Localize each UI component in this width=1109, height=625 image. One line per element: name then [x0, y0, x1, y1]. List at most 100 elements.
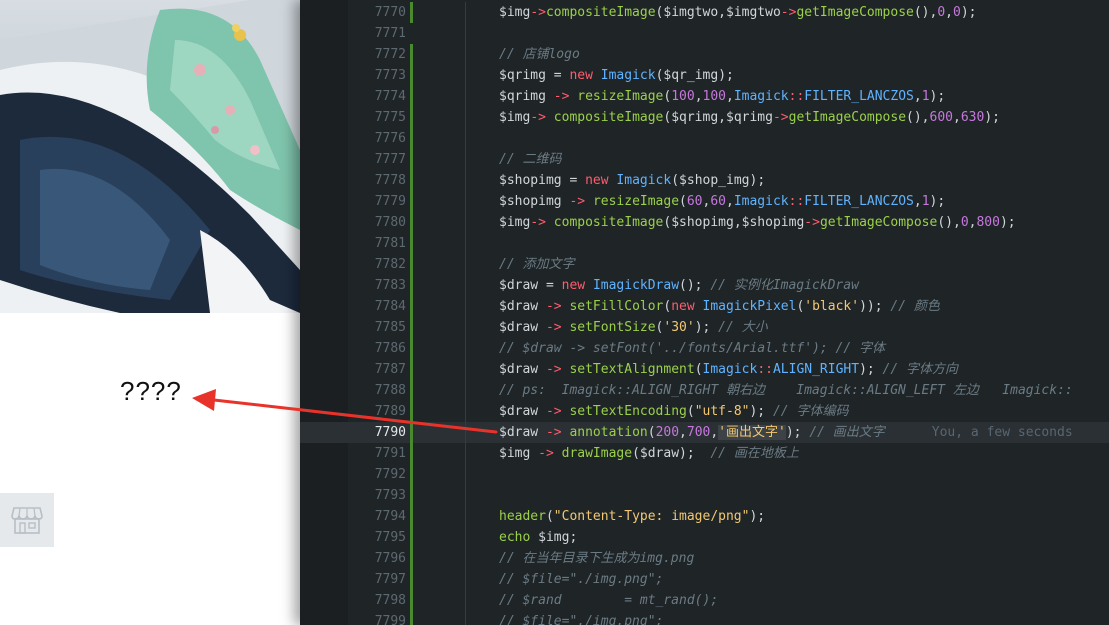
- code-token: $draw: [499, 299, 539, 314]
- line-number: 7778: [374, 173, 406, 188]
- code-token: ::: [757, 362, 773, 377]
- code-token: $img: [538, 530, 570, 545]
- code-text: // 添加文字: [499, 254, 574, 275]
- code-token: 0: [960, 215, 969, 230]
- code-line[interactable]: 7778 $shopimg = new Imagick($shop_img);: [300, 170, 1109, 191]
- indent-guide: [465, 233, 466, 254]
- code-token: );: [929, 194, 946, 209]
- code-text: $draw -> setFontSize('30'); // 大小: [499, 317, 768, 338]
- code-line[interactable]: 7788 // ps: Imagick::ALIGN_RIGHT 朝右边 Imag…: [300, 380, 1109, 401]
- code-token: (),: [906, 110, 930, 125]
- code-text: $shopimg = new Imagick($shop_img);: [499, 170, 765, 191]
- code-text: // $rand = mt_rand();: [499, 590, 718, 611]
- code-line[interactable]: 7770 $img->compositeImage($imgtwo,$imgtwo…: [300, 2, 1109, 23]
- code-token: $shopimg: [671, 215, 734, 230]
- code-line[interactable]: 7791 $img -> drawImage($draw); // 画在地板上: [300, 443, 1109, 464]
- code-token: $draw: [499, 362, 539, 377]
- code-line[interactable]: 7793: [300, 485, 1109, 506]
- code-token: ::: [788, 89, 805, 104]
- code-text: // 在当年目录下生成为img.png: [499, 548, 694, 569]
- code-line[interactable]: 7795 echo $img;: [300, 527, 1109, 548]
- code-line[interactable]: 7775 $img-> compositeImage($qrimg,$qrimg-…: [300, 107, 1109, 128]
- code-text: // 二维码: [499, 149, 561, 170]
- code-token: 100: [702, 89, 726, 104]
- git-blame-annotation: You, a few seconds: [931, 425, 1073, 440]
- code-token: (: [632, 446, 640, 461]
- code-text: $draw = new ImagickDraw(); // 实例化Imagick…: [499, 275, 859, 296]
- code-line[interactable]: 7789 $draw -> setTextEncoding("utf-8"); /…: [300, 401, 1109, 422]
- shop-icon: [11, 507, 43, 534]
- code-token: 0: [937, 5, 946, 20]
- indent-guide: [465, 590, 466, 611]
- code-line[interactable]: 7787 $draw -> setTextAlignment(Imagick::A…: [300, 359, 1109, 380]
- indent-guide: [465, 212, 466, 233]
- code-token: ,: [945, 5, 953, 20]
- code-line[interactable]: 7781: [300, 233, 1109, 254]
- code-line[interactable]: 7773 $qrimg = new Imagick($qr_img);: [300, 65, 1109, 86]
- line-number: 7772: [374, 47, 406, 62]
- line-number: 7787: [374, 362, 406, 377]
- code-token: $draw: [639, 446, 680, 461]
- code-token: 1: [921, 194, 930, 209]
- git-added-marker: [410, 359, 413, 380]
- code-line[interactable]: 7776: [300, 128, 1109, 149]
- line-number: 7783: [374, 278, 406, 293]
- code-token: $img: [499, 215, 531, 230]
- code-line[interactable]: 7774 $qrimg -> resizeImage(100,100,Imagic…: [300, 86, 1109, 107]
- code-line[interactable]: 7790 $draw -> annotation(200,700,'画出文字');…: [300, 422, 1109, 443]
- code-line[interactable]: 7780 $img-> compositeImage($shopimg,$shop…: [300, 212, 1109, 233]
- code-line[interactable]: 7797 // $file="./img.png";: [300, 569, 1109, 590]
- shop-icon-tile[interactable]: [0, 493, 54, 547]
- indent-guide: [465, 254, 466, 275]
- indent-guide: [465, 107, 466, 128]
- git-added-marker: [410, 443, 413, 464]
- indent-guide: [465, 548, 466, 569]
- code-token: // 颜色: [890, 299, 940, 314]
- code-token: 60: [710, 194, 726, 209]
- code-line[interactable]: 7782 // 添加文字: [300, 254, 1109, 275]
- git-added-marker: [410, 485, 413, 506]
- code-token: compositeImage: [553, 215, 664, 230]
- code-token: $shopimg: [499, 173, 562, 188]
- indent-guide: [465, 86, 466, 107]
- code-line[interactable]: 7794 header("Content-Type: image/png");: [300, 506, 1109, 527]
- code-token: ->: [780, 5, 797, 20]
- code-token: "utf-8": [694, 404, 750, 419]
- code-line[interactable]: 7786 // $draw -> setFont('../fonts/Arial.…: [300, 338, 1109, 359]
- code-token: setTextAlignment: [569, 362, 695, 377]
- indent-guide: [465, 464, 466, 485]
- code-token: // 二维码: [499, 152, 562, 167]
- code-line[interactable]: 7771: [300, 23, 1109, 44]
- git-added-marker: [410, 317, 413, 338]
- code-line[interactable]: 7772 // 店铺logo: [300, 44, 1109, 65]
- code-token: (),: [937, 215, 961, 230]
- code-line[interactable]: 7796 // 在当年目录下生成为img.png: [300, 548, 1109, 569]
- code-line[interactable]: 7798 // $rand = mt_rand();: [300, 590, 1109, 611]
- code-token: Imagick: [702, 362, 758, 377]
- code-token: 200: [655, 425, 680, 440]
- git-added-marker: [410, 569, 413, 590]
- indent-guide: [465, 359, 466, 380]
- code-line[interactable]: 7777 // 二维码: [300, 149, 1109, 170]
- code-line[interactable]: 7784 $draw -> setFillColor(new ImagickPix…: [300, 296, 1109, 317]
- code-line[interactable]: 7799 // $file="./img.png";: [300, 611, 1109, 625]
- code-token: ,: [733, 215, 742, 230]
- code-line[interactable]: 7792: [300, 464, 1109, 485]
- code-token: );: [999, 215, 1016, 230]
- code-editor[interactable]: 7770 $img->compositeImage($imgtwo,$imgtwo…: [300, 0, 1109, 625]
- code-line[interactable]: 7783 $draw = new ImagickDraw(); // 实例化Ima…: [300, 275, 1109, 296]
- code-line[interactable]: 7785 $draw -> setFontSize('30'); // 大小: [300, 317, 1109, 338]
- indent-guide: [465, 2, 466, 23]
- indent-guide: [465, 380, 466, 401]
- code-token: );: [749, 404, 766, 419]
- line-number: 7775: [374, 110, 406, 125]
- indent-guide: [465, 422, 466, 443]
- code-line[interactable]: 7779 $shopimg -> resizeImage(60,60,Imagic…: [300, 191, 1109, 212]
- git-added-marker: [410, 128, 413, 149]
- code-text: $img->compositeImage($imgtwo,$imgtwo->ge…: [499, 2, 976, 23]
